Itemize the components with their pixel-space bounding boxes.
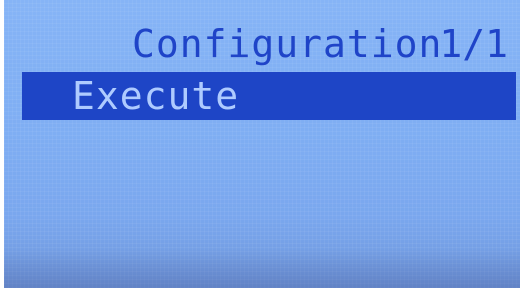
menu-item-label: Execute	[72, 74, 240, 118]
screen-title: Configuration	[132, 22, 443, 66]
lcd-screen: Configuration 1/1 Execute	[4, 0, 520, 288]
page-indicator: 1/1	[439, 22, 508, 66]
menu-item-execute[interactable]: Execute	[22, 72, 516, 120]
